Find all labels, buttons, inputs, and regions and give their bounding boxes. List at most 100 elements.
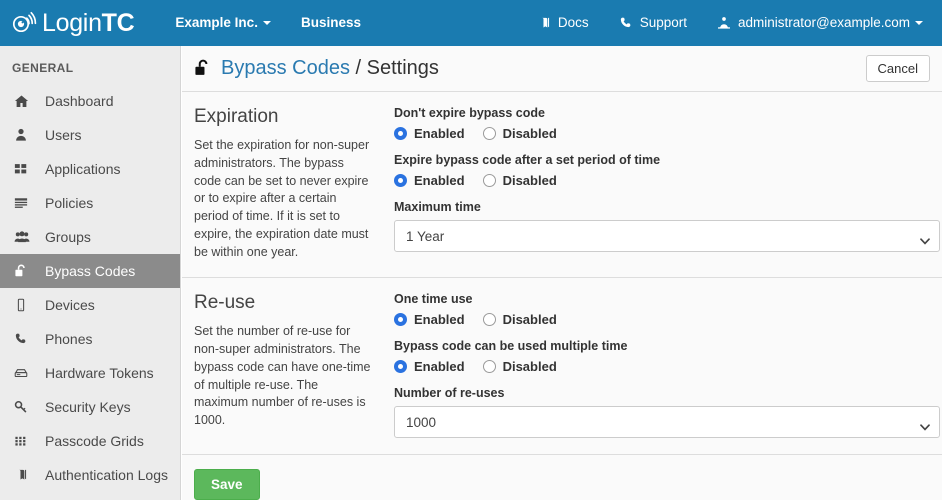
- nav-item-account-label: administrator@example.com: [737, 15, 910, 30]
- book-icon: [537, 16, 551, 30]
- sidebar-item-hardware-tokens[interactable]: Hardware Tokens: [0, 356, 180, 390]
- sidebar-item-users[interactable]: Users: [0, 118, 180, 152]
- radio-expire-after-period-enabled[interactable]: Enabled: [394, 173, 465, 188]
- logintc-signal-icon: [12, 10, 38, 36]
- radio-group-expire-after-period: Enabled Disabled: [394, 173, 940, 188]
- radio-indicator-selected: [394, 313, 407, 327]
- section-reuse: Re-use Set the number of re-use for non-…: [182, 278, 942, 456]
- sidebar-item-phones[interactable]: Phones: [0, 322, 180, 356]
- list-lines-icon: [14, 196, 34, 210]
- nav-item-organization[interactable]: Example Inc.: [160, 0, 286, 46]
- label-multiple-use: Bypass code can be used multiple time: [394, 339, 628, 354]
- breadcrumb-separator: /: [355, 57, 362, 79]
- sidebar-item-groups[interactable]: Groups: [0, 220, 180, 254]
- sidebar-item-security-keys-label: Security Keys: [45, 399, 131, 415]
- nav-item-organization-label: Example Inc.: [175, 15, 258, 30]
- section-expiration: Expiration Set the expiration for non-su…: [182, 92, 942, 279]
- nav-item-business-label: Business: [300, 15, 361, 30]
- unlock-icon: [194, 59, 211, 78]
- section-reuse-description: Set the number of re-use for non-super a…: [194, 324, 371, 427]
- radio-one-time-use-disabled-label: Disabled: [502, 312, 557, 328]
- brand-name: LoginTC: [42, 8, 135, 37]
- radio-expire-after-period-disabled-label: Disabled: [502, 173, 557, 188]
- radio-dont-expire-enabled-label: Enabled: [414, 126, 465, 141]
- main-content: Bypass Codes / Settings Cancel Expiratio…: [182, 46, 942, 500]
- number-of-reuses-select[interactable]: 1000: [394, 406, 940, 439]
- section-expiration-description: Set the expiration for non-super adminis…: [194, 138, 370, 259]
- sidebar-item-passcode-grids-label: Passcode Grids: [45, 433, 144, 449]
- brand-name-bold: TC: [101, 8, 135, 37]
- sidebar-item-applications[interactable]: Applications: [0, 152, 180, 186]
- radio-dont-expire-disabled-label: Disabled: [502, 126, 557, 141]
- maximum-time-select-wrap: 1 Year: [394, 220, 940, 252]
- book-icon: [14, 468, 34, 482]
- sidebar-item-authentication-logs[interactable]: Authentication Logs: [0, 458, 180, 492]
- sidebar-item-policies-label: Policies: [45, 195, 94, 211]
- sidebar-item-passcode-grids[interactable]: Passcode Grids: [0, 424, 180, 458]
- save-button[interactable]: Save: [194, 469, 260, 500]
- key-icon: [14, 400, 34, 414]
- radio-one-time-use-enabled-label: Enabled: [414, 312, 465, 328]
- sidebar-item-devices-label: Devices: [45, 297, 95, 313]
- maximum-time-select[interactable]: 1 Year: [394, 220, 940, 252]
- brand-name-light: Login: [42, 8, 102, 37]
- radio-expire-after-period-disabled[interactable]: Disabled: [482, 173, 557, 188]
- user-icon: [14, 128, 34, 142]
- section-reuse-fields: One time use Enabled Disabled Bypass cod…: [386, 292, 940, 439]
- radio-indicator-selected: [394, 127, 407, 140]
- label-number-of-reuses: Number of re-uses: [394, 386, 505, 401]
- hardware-token-icon: [14, 366, 34, 380]
- top-navbar: LoginTC Example Inc. Business Docs Suppo…: [0, 0, 942, 46]
- sidebar-item-bypass-codes[interactable]: Bypass Codes: [0, 254, 180, 288]
- radio-group-one-time-use: Enabled Disabled: [394, 312, 940, 327]
- section-expiration-title: Expiration: [194, 106, 279, 127]
- user-admin-icon: [717, 16, 731, 30]
- radio-one-time-use-enabled[interactable]: Enabled: [394, 312, 465, 327]
- section-reuse-title: Re-use: [194, 292, 256, 314]
- nav-item-account[interactable]: administrator@example.com: [702, 0, 938, 46]
- radio-one-time-use-disabled[interactable]: Disabled: [482, 312, 557, 328]
- sidebar-item-devices[interactable]: Devices: [0, 288, 180, 322]
- radio-indicator-unselected: [482, 313, 496, 327]
- radio-group-multiple-use: Enabled Disabled: [394, 359, 940, 374]
- grid-squares-icon: [14, 162, 34, 176]
- cancel-button[interactable]: Cancel: [865, 55, 930, 82]
- nav-item-support[interactable]: Support: [604, 0, 702, 46]
- label-dont-expire: Don't expire bypass code: [394, 106, 545, 120]
- nav-item-docs[interactable]: Docs: [522, 0, 604, 46]
- radio-dont-expire-enabled[interactable]: Enabled: [394, 126, 465, 141]
- radio-multiple-use-disabled[interactable]: Disabled: [482, 359, 557, 374]
- sidebar-item-authentication-logs-label: Authentication Logs: [45, 467, 168, 483]
- sidebar-heading: GENERAL: [12, 61, 74, 75]
- chevron-down-icon: [920, 232, 930, 245]
- settings-panel: Expiration Set the expiration for non-su…: [182, 91, 942, 500]
- radio-expire-after-period-enabled-label: Enabled: [414, 173, 465, 188]
- number-of-reuses-select-wrap: 1000: [394, 406, 940, 439]
- form-footer: Save: [182, 455, 942, 500]
- phone-icon: [619, 16, 633, 30]
- phone-icon: [14, 332, 34, 346]
- sidebar-item-security-keys[interactable]: Security Keys: [0, 390, 180, 424]
- breadcrumb-link-bypass-codes[interactable]: Bypass Codes: [221, 57, 350, 79]
- sidebar-item-policies[interactable]: Policies: [0, 186, 180, 220]
- radio-dont-expire-disabled[interactable]: Disabled: [482, 126, 557, 141]
- brand-logo[interactable]: LoginTC: [0, 0, 142, 46]
- radio-multiple-use-enabled[interactable]: Enabled: [394, 359, 465, 374]
- nav-right-group: Docs Support administrator@example.com: [522, 0, 938, 46]
- nav-item-business[interactable]: Business: [286, 0, 376, 46]
- radio-indicator-unselected: [482, 360, 496, 374]
- radio-indicator-selected: [394, 360, 407, 374]
- section-expiration-info: Expiration Set the expiration for non-su…: [194, 106, 386, 261]
- sidebar-item-groups-label: Groups: [45, 229, 91, 245]
- sidebar-item-dashboard-label: Dashboard: [45, 93, 114, 109]
- label-expire-after-period: Expire bypass code after a set period of…: [394, 153, 661, 167]
- mobile-icon: [14, 298, 34, 312]
- chevron-down-icon: [915, 21, 923, 25]
- home-icon: [14, 94, 34, 109]
- grid-dots-icon: [14, 434, 34, 448]
- sidebar-item-dashboard[interactable]: Dashboard: [0, 84, 180, 118]
- nav-left-group: Example Inc. Business: [160, 0, 376, 46]
- sidebar-item-hardware-tokens-label: Hardware Tokens: [45, 365, 154, 381]
- breadcrumb: Bypass Codes / Settings: [221, 57, 439, 80]
- nav-item-support-label: Support: [639, 15, 687, 30]
